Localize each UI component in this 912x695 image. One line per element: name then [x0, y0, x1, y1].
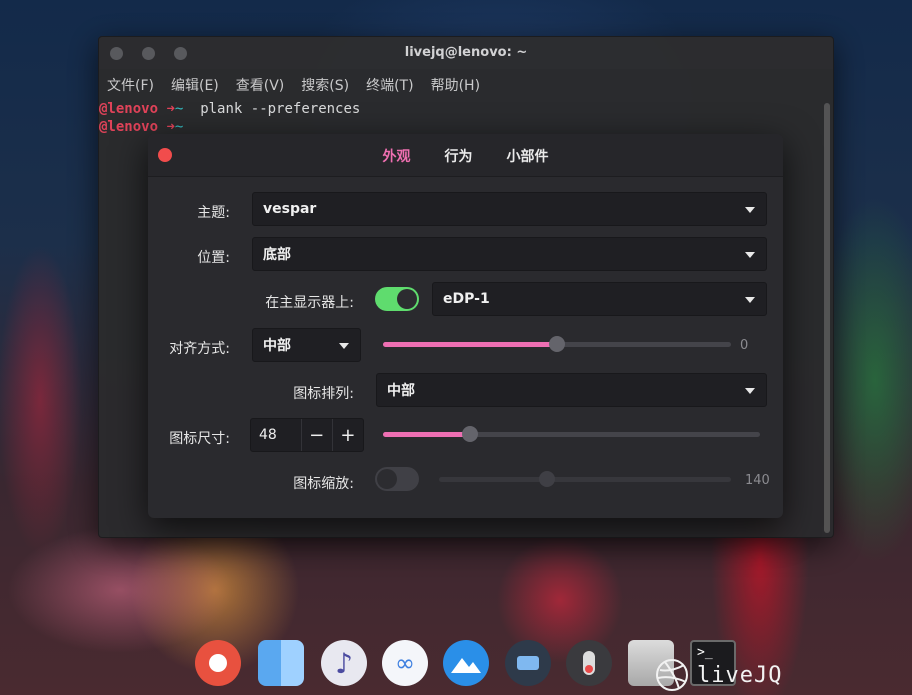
menu-terminal[interactable]: 终端(T): [366, 75, 413, 95]
prompt-dir: ~: [174, 101, 184, 117]
theme-value: vespar: [263, 201, 317, 217]
icon-size-slider-handle[interactable]: [461, 426, 478, 442]
menu-help[interactable]: 帮助(H): [431, 75, 480, 95]
icon-layout-value: 中部: [387, 383, 415, 399]
terminal-line: @lenovo ➜~ plank --preferences: [99, 101, 823, 119]
icon-size-slider[interactable]: [383, 426, 760, 442]
offset-slider-fill: [383, 342, 557, 347]
decrease-button[interactable]: −: [300, 419, 332, 451]
primary-display-label: 在主显示器上:: [265, 295, 354, 311]
chat-bubble: [517, 656, 539, 670]
chevron-down-icon: [745, 388, 755, 394]
terminal-menubar: 文件(F) 编辑(E) 查看(V) 搜索(S) 终端(T) 帮助(H): [99, 69, 833, 101]
position-combo[interactable]: 底部: [252, 237, 767, 271]
offset-value: 0: [740, 338, 749, 353]
tab-appearance[interactable]: 外观: [383, 146, 411, 166]
terminal-scrollbar[interactable]: [824, 103, 830, 533]
record-icon[interactable]: [195, 640, 241, 686]
monitor-value: eDP-1: [443, 291, 490, 307]
icon-zoom-value: 140: [745, 473, 770, 488]
prompt-arrow: ➜: [166, 119, 175, 135]
icon-zoom-slider[interactable]: [439, 471, 731, 487]
toggle-body: [583, 651, 595, 675]
chevron-down-icon: [745, 297, 755, 303]
icon-zoom-switch[interactable]: [375, 467, 419, 491]
switch-knob: [377, 469, 397, 489]
mountain-icon: [451, 658, 481, 673]
icon-size-spinbutton[interactable]: 48 − +: [250, 418, 364, 452]
dialog-header: 外观 行为 小部件: [148, 134, 783, 177]
menu-edit[interactable]: 编辑(E): [171, 75, 219, 95]
icon-size-slider-fill: [383, 432, 470, 437]
command-text: plank --preferences: [200, 101, 361, 117]
menu-view[interactable]: 查看(V): [236, 75, 285, 95]
prompt-host: @lenovo: [99, 101, 159, 117]
icon-zoom-label: 图标缩放:: [293, 476, 354, 492]
icon-layout-label: 图标排列:: [293, 386, 354, 402]
position-value: 底部: [263, 247, 291, 263]
icon-zoom-slider-handle[interactable]: [539, 471, 556, 487]
prompt-host: @lenovo: [99, 119, 159, 135]
tab-docklets[interactable]: 小部件: [507, 146, 549, 166]
terminal-titlebar[interactable]: livejq@lenovo: ~: [99, 37, 833, 69]
prompt-arrow: ➜: [166, 101, 175, 117]
theme-label: 主题:: [197, 205, 230, 221]
switch-knob: [397, 289, 417, 309]
plank-preferences-dialog: 外观 行为 小部件 主题: vespar 位置: 底部 在主显示器上: eDP-…: [148, 134, 783, 518]
monitor-combo[interactable]: eDP-1: [432, 282, 767, 316]
increase-button[interactable]: +: [331, 419, 363, 451]
alignment-label: 对齐方式:: [169, 341, 230, 357]
chat-icon[interactable]: [505, 640, 551, 686]
dribbble-icon: [656, 659, 688, 691]
tab-bar: 外观 行为 小部件: [148, 146, 783, 166]
chevron-down-icon: [745, 252, 755, 258]
watermark: liveJQ: [655, 658, 782, 692]
tab-behavior[interactable]: 行为: [445, 146, 473, 166]
toggle-app-icon[interactable]: [566, 640, 612, 686]
finder-icon[interactable]: [258, 640, 304, 686]
primary-display-switch[interactable]: [375, 287, 419, 311]
theme-combo[interactable]: vespar: [252, 192, 767, 226]
icon-layout-combo[interactable]: 中部: [376, 373, 767, 407]
chevron-down-icon: [745, 207, 755, 213]
offset-slider[interactable]: [383, 336, 731, 352]
menu-search[interactable]: 搜索(S): [301, 75, 349, 95]
chevron-down-icon: [339, 343, 349, 349]
alignment-value: 中部: [263, 338, 291, 354]
offset-slider-handle[interactable]: [549, 336, 565, 352]
icon-size-value[interactable]: 48: [251, 427, 301, 443]
window-title: livejq@lenovo: ~: [404, 45, 528, 60]
prompt-dir: ~: [174, 119, 184, 135]
watermark-text: liveJQ: [697, 662, 783, 688]
cloud-sync-icon[interactable]: ∞: [382, 640, 428, 686]
music-icon[interactable]: ♪: [321, 640, 367, 686]
image-viewer-icon[interactable]: [443, 640, 489, 686]
alignment-combo[interactable]: 中部: [252, 328, 361, 362]
record-dot: [209, 654, 227, 672]
position-label: 位置:: [197, 250, 230, 266]
menu-file[interactable]: 文件(F): [107, 75, 154, 95]
icon-size-label: 图标尺寸:: [169, 431, 230, 447]
